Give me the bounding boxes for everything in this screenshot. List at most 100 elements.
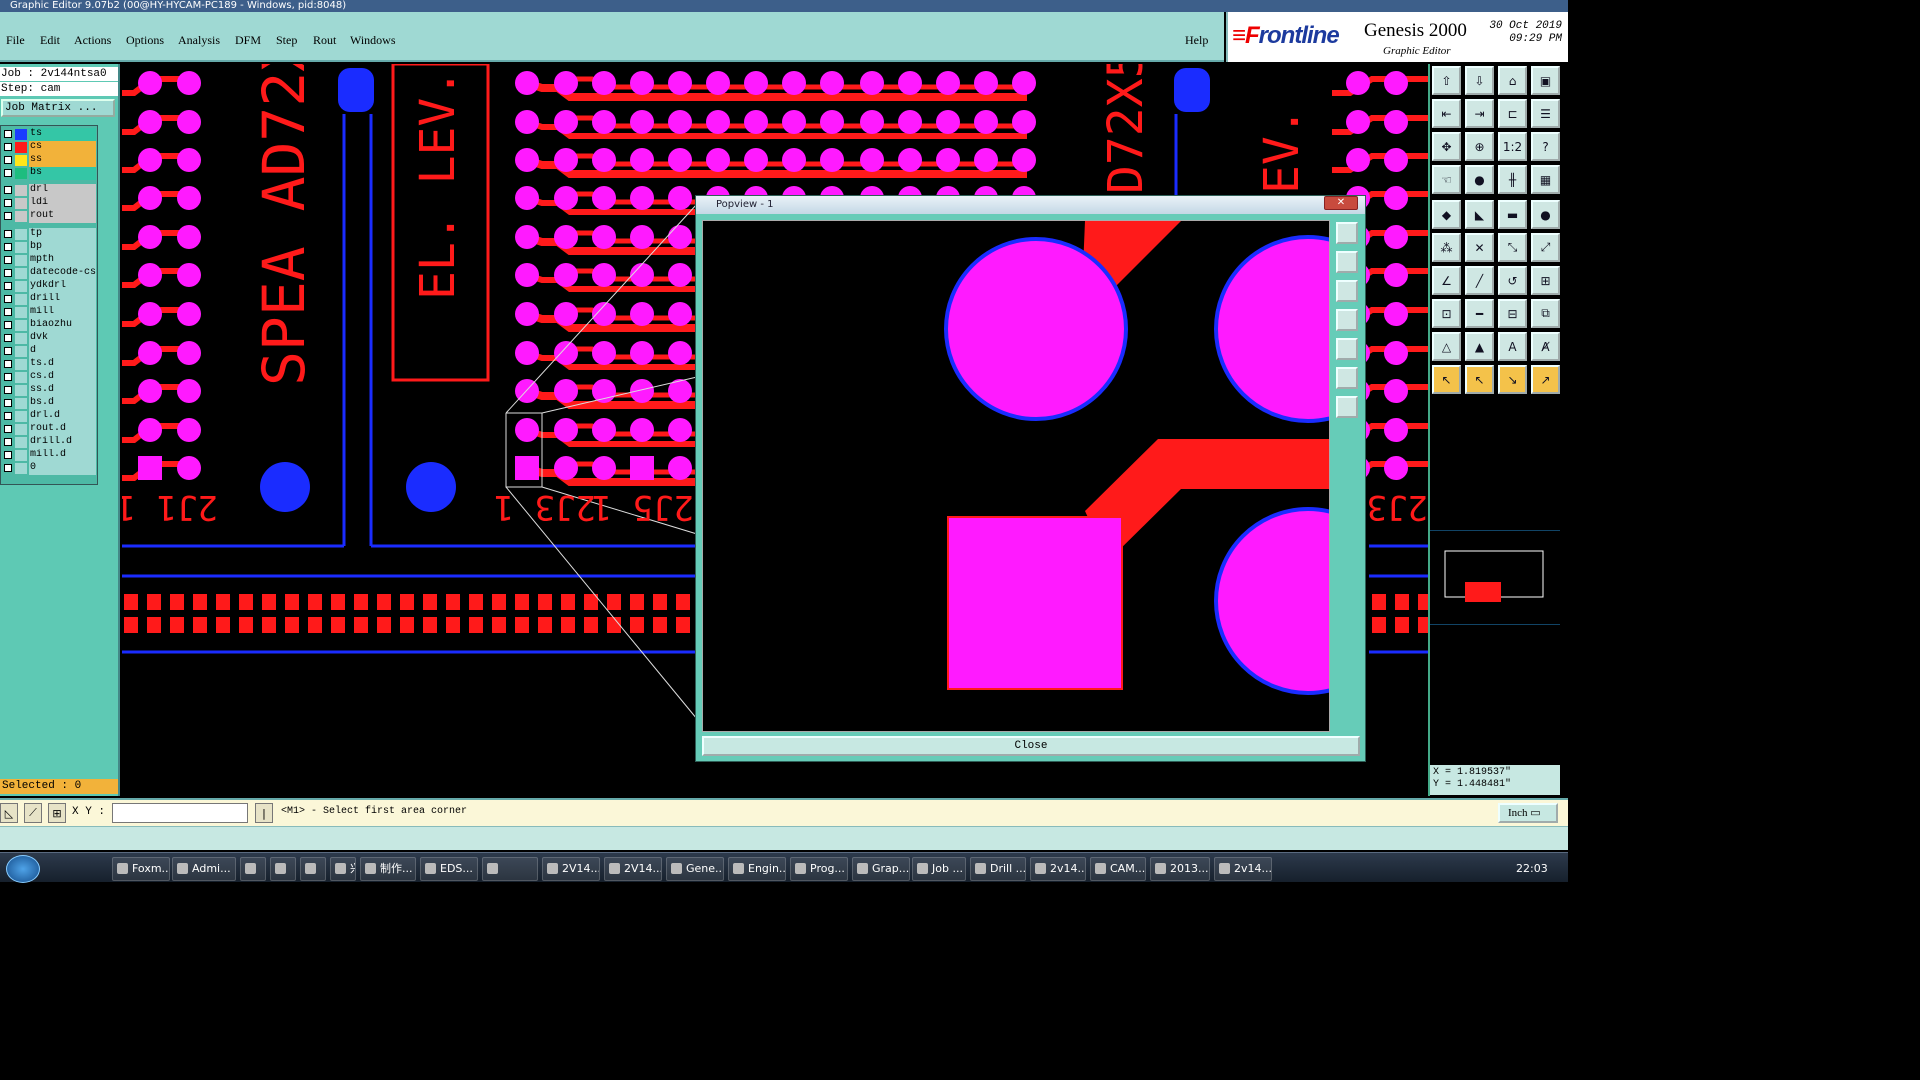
arc-icon[interactable]: ↺ (1498, 266, 1527, 295)
layer-color-swatch[interactable] (15, 385, 27, 396)
layer-color-swatch[interactable] (15, 129, 27, 140)
taskbar-item[interactable]: 2V14... (542, 857, 600, 881)
layer-item-ts[interactable]: ts (2, 128, 96, 141)
layer-checkbox[interactable] (4, 334, 12, 342)
taskbar-item[interactable]: Drill ... (970, 857, 1026, 881)
stack-icon[interactable]: ☰ (1531, 99, 1560, 128)
layer-color-swatch[interactable] (15, 411, 27, 422)
layer-color-swatch[interactable] (15, 142, 27, 153)
layer-color-swatch[interactable] (15, 281, 27, 292)
layer-color-swatch[interactable] (15, 198, 27, 209)
layer-item-mpth[interactable]: mpth (2, 254, 96, 267)
layer-checkbox[interactable] (4, 373, 12, 381)
taskbar-item[interactable]: 2V14... (604, 857, 662, 881)
layer-up-icon[interactable]: ⇧ (1432, 66, 1461, 95)
popview-close-button[interactable]: Close (702, 736, 1360, 756)
taskbar-item[interactable]: Job ... (912, 857, 966, 881)
layer-color-swatch[interactable] (15, 424, 27, 435)
pv-zoom-in-icon[interactable] (1336, 251, 1358, 273)
menu-actions[interactable]: Actions (74, 33, 111, 48)
pointer-icon[interactable]: ↖ (1432, 365, 1461, 394)
layer-item-ldi[interactable]: ldi (2, 197, 96, 210)
step-icon[interactable]: ⊏ (1498, 99, 1527, 128)
pv-center-icon[interactable] (1336, 396, 1358, 418)
layer-down-icon[interactable]: ⇩ (1465, 66, 1494, 95)
pv-zoom-area-icon[interactable] (1336, 367, 1358, 389)
layer-color-swatch[interactable] (15, 346, 27, 357)
grid-icon[interactable]: ⊞ (48, 803, 66, 823)
layer-color-swatch[interactable] (15, 450, 27, 461)
hand-icon[interactable]: ☜ (1432, 165, 1461, 194)
box-icon[interactable]: ⊟ (1498, 299, 1527, 328)
export-icon[interactable]: ⇥ (1465, 99, 1494, 128)
layer-item-tp[interactable]: tp (2, 228, 96, 241)
net-icon[interactable]: ▦ (1531, 165, 1560, 194)
layer-color-swatch[interactable] (15, 155, 27, 166)
layer-checkbox[interactable] (4, 212, 12, 220)
pad-icon[interactable]: ● (1531, 200, 1560, 229)
start-button-icon[interactable] (6, 855, 40, 883)
cross-icon[interactable]: ✕ (1465, 233, 1494, 262)
menu-rout[interactable]: Rout (313, 33, 336, 48)
peak-icon[interactable]: ▲ (1465, 332, 1494, 361)
taskbar-item[interactable] (300, 857, 326, 881)
layer-item-drill[interactable]: drill (2, 293, 96, 306)
popview-title-bar[interactable]: Popview - 1 (696, 196, 1365, 214)
popview-close-icon[interactable]: ✕ (1324, 196, 1358, 210)
panel-icon[interactable]: ▣ (1531, 66, 1560, 95)
layer-color-swatch[interactable] (15, 242, 27, 253)
taskbar-item[interactable]: 2v14... (1214, 857, 1272, 881)
layer-checkbox[interactable] (4, 425, 12, 433)
zoom-icon[interactable]: ⊕ (1465, 132, 1494, 161)
slash-icon[interactable]: ╱ (1465, 266, 1494, 295)
taskbar-item[interactable]: 制作... (360, 857, 416, 881)
taskbar-item[interactable]: EDS... (420, 857, 478, 881)
layer-checkbox[interactable] (4, 230, 12, 238)
pv-fit-icon[interactable] (1336, 222, 1358, 244)
taskbar-item[interactable]: Gene... (666, 857, 724, 881)
a-icon[interactable]: A (1498, 332, 1527, 361)
layer-color-swatch[interactable] (15, 268, 27, 279)
layer-checkbox[interactable] (4, 438, 12, 446)
menu-options[interactable]: Options (126, 33, 164, 48)
taskbar-item[interactable]: Engin... (728, 857, 786, 881)
xy-input[interactable] (112, 803, 248, 823)
layer-item-ydkdrl[interactable]: ydkdrl (2, 280, 96, 293)
unit-selector[interactable]: Inch ▭ (1498, 803, 1558, 823)
pv-pan-right-icon[interactable] (1336, 338, 1358, 360)
layer-item-rout-d[interactable]: rout.d (2, 423, 96, 436)
layer-color-swatch[interactable] (15, 255, 27, 266)
layer-item-bs-d[interactable]: bs.d (2, 397, 96, 410)
layer-checkbox[interactable] (4, 243, 12, 251)
layer-color-swatch[interactable] (15, 372, 27, 383)
layer-color-swatch[interactable] (15, 398, 27, 409)
menu-analysis[interactable]: Analysis (178, 33, 220, 48)
layer-checkbox[interactable] (4, 169, 12, 177)
import-icon[interactable]: ⇤ (1432, 99, 1461, 128)
taskbar-item[interactable]: Admi... (172, 857, 236, 881)
copy-icon[interactable]: ⧉ (1531, 299, 1560, 328)
layer-item-ss-d[interactable]: ss.d (2, 384, 96, 397)
layer-color-swatch[interactable] (15, 333, 27, 344)
layer-checkbox[interactable] (4, 269, 12, 277)
fit-icon[interactable]: ✥ (1432, 132, 1461, 161)
layer-item-mill[interactable]: mill (2, 306, 96, 319)
taskbar-item[interactable]: Grap... (852, 857, 910, 881)
layer-checkbox[interactable] (4, 451, 12, 459)
ruler-icon[interactable]: ▬ (1498, 200, 1527, 229)
help-icon[interactable]: ? (1531, 132, 1560, 161)
layer-item-ss[interactable]: ss (2, 154, 96, 167)
pv-zoom-out-icon[interactable] (1336, 280, 1358, 302)
layer-item-cs-d[interactable]: cs.d (2, 371, 96, 384)
layer-item-cs[interactable]: cs (2, 141, 96, 154)
minus-icon[interactable]: ━ (1465, 299, 1494, 328)
layer-item-dvk[interactable]: dvk (2, 332, 96, 345)
shape-icon[interactable]: ◣ (1465, 200, 1494, 229)
layer-checkbox[interactable] (4, 360, 12, 368)
layer-color-swatch[interactable] (15, 437, 27, 448)
layer-checkbox[interactable] (4, 143, 12, 151)
layer-checkbox[interactable] (4, 412, 12, 420)
layer-item-0[interactable]: 0 (2, 462, 96, 475)
angle-icon[interactable]: ⟋ (24, 803, 42, 823)
snap-icon[interactable]: ↗ (1531, 365, 1560, 394)
